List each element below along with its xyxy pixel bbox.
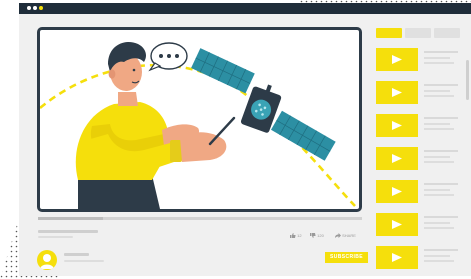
playlist-thumbnail[interactable] <box>376 81 418 104</box>
video-illustration <box>40 42 356 209</box>
playlist-meta-placeholder <box>424 222 450 224</box>
play-icon <box>392 55 402 64</box>
user-icon <box>40 254 54 269</box>
playlist-meta-placeholder <box>424 128 454 130</box>
video-progress-fill <box>38 217 103 220</box>
playlist-meta-placeholder <box>424 194 454 196</box>
sidebar-tab-2[interactable] <box>405 28 431 38</box>
channel-avatar[interactable] <box>37 250 57 270</box>
playlist-thumbnail[interactable] <box>376 180 418 203</box>
playlist-meta-placeholder <box>424 227 454 229</box>
channel-subs-placeholder <box>64 260 104 262</box>
dislike-count: 120 <box>317 233 324 238</box>
share-icon <box>335 233 341 239</box>
playlist-meta-placeholder <box>424 255 450 257</box>
playlist-meta-placeholder <box>424 62 454 64</box>
play-icon <box>392 187 402 196</box>
playlist-thumbnail[interactable] <box>376 213 418 236</box>
thumbs-down-icon <box>310 233 316 239</box>
play-icon <box>392 154 402 163</box>
play-icon <box>392 88 402 97</box>
playlist-title-placeholder <box>424 150 458 152</box>
video-meta-placeholder <box>38 236 73 238</box>
playlist-meta-placeholder <box>424 189 450 191</box>
video-player[interactable] <box>37 27 362 212</box>
play-icon <box>392 121 402 130</box>
video-progress-bar[interactable] <box>38 217 362 220</box>
playlist-meta-placeholder <box>424 95 454 97</box>
subscribe-button[interactable]: SUBSCRIBE <box>325 252 368 263</box>
playlist-meta-placeholder <box>424 260 454 262</box>
playlist-meta-placeholder <box>424 156 450 158</box>
playlist-title-placeholder <box>424 249 458 251</box>
playlist-thumbnail[interactable] <box>376 147 418 170</box>
channel-name-placeholder <box>64 253 89 256</box>
playlist-thumbnail[interactable] <box>376 48 418 71</box>
playlist-meta-placeholder <box>424 90 450 92</box>
playlist-title-placeholder <box>424 216 458 218</box>
playlist-title-placeholder <box>424 183 458 185</box>
playlist-thumbnail[interactable] <box>376 114 418 137</box>
dislike-button[interactable]: 120 <box>310 233 324 239</box>
like-button[interactable]: 12 <box>290 233 302 239</box>
window-dot-2[interactable] <box>33 6 37 10</box>
sidebar-tab-1[interactable] <box>376 28 402 38</box>
title-bar <box>19 3 471 14</box>
playlist-meta-placeholder <box>424 123 450 125</box>
like-count: 12 <box>297 233 302 238</box>
play-icon <box>392 253 402 262</box>
play-icon <box>392 220 402 229</box>
scrollbar[interactable] <box>466 60 469 100</box>
playlist-title-placeholder <box>424 51 458 53</box>
share-label: SHARE <box>342 233 356 238</box>
playlist-meta-placeholder <box>424 161 454 163</box>
playlist-title-placeholder <box>424 84 458 86</box>
thumbs-up-icon <box>290 233 296 239</box>
window-dot-1[interactable] <box>27 6 31 10</box>
video-title-placeholder <box>38 230 98 233</box>
playlist-thumbnail[interactable] <box>376 246 418 269</box>
share-button[interactable]: SHARE <box>335 233 356 239</box>
window-dot-3[interactable] <box>39 6 43 10</box>
playlist-title-placeholder <box>424 117 458 119</box>
speech-bubble-icon <box>148 42 188 72</box>
sidebar-tab-3[interactable] <box>434 28 460 38</box>
playlist-meta-placeholder <box>424 57 450 59</box>
